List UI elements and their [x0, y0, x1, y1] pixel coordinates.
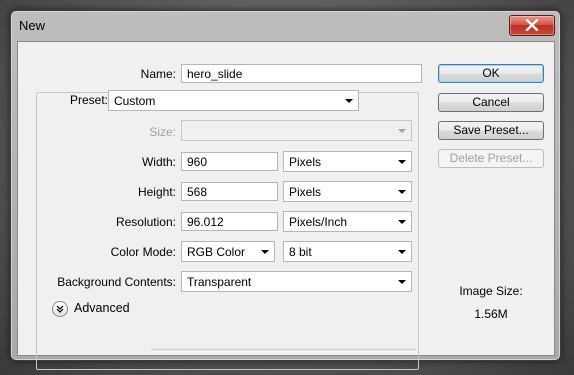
height-unit-select[interactable]: Pixels — [283, 181, 412, 202]
resolution-label: Resolution: — [115, 215, 176, 229]
chevron-down-icon — [261, 250, 269, 254]
name-input[interactable]: hero_slide — [181, 64, 422, 83]
width-input[interactable]: 960 — [181, 152, 278, 171]
close-icon — [525, 19, 539, 31]
background-contents-select[interactable]: Transparent — [181, 271, 412, 292]
chevron-down-icon — [398, 129, 406, 133]
window-title: New — [19, 18, 46, 33]
resolution-unit-value: Pixels/Inch — [289, 215, 348, 229]
bit-depth-value: 8 bit — [289, 245, 312, 259]
advanced-divider — [151, 349, 416, 350]
chevron-down-icon — [398, 250, 406, 254]
background-contents-value: Transparent — [187, 275, 252, 289]
image-size-value: 1.56M — [474, 307, 508, 321]
close-button[interactable] — [509, 15, 555, 36]
preset-select-value: Custom — [114, 94, 156, 108]
delete-preset-button: Delete Preset... — [438, 149, 544, 168]
expand-double-chevron-icon — [56, 305, 64, 313]
bit-depth-select[interactable]: 8 bit — [283, 241, 412, 262]
ok-button[interactable]: OK — [438, 64, 544, 83]
save-preset-button[interactable]: Save Preset... — [438, 121, 544, 140]
height-unit-value: Pixels — [289, 185, 322, 199]
preset-select[interactable]: Custom — [108, 90, 359, 111]
size-select — [181, 120, 412, 141]
color-mode-label: Color Mode: — [110, 245, 176, 259]
color-mode-select[interactable]: RGB Color — [181, 241, 275, 262]
advanced-label: Advanced — [74, 301, 130, 315]
width-unit-value: Pixels — [289, 155, 322, 169]
advanced-toggle-button[interactable] — [52, 301, 68, 317]
resolution-input[interactable]: 96.012 — [181, 212, 278, 231]
name-label: Name: — [140, 67, 176, 81]
width-unit-select[interactable]: Pixels — [283, 151, 412, 172]
size-label: Size: — [149, 125, 176, 139]
height-label: Height: — [137, 185, 176, 199]
preset-label: Preset: — [46, 93, 108, 107]
height-input[interactable]: 568 — [181, 182, 278, 201]
cancel-button[interactable]: Cancel — [438, 93, 544, 112]
chevron-down-icon — [398, 190, 406, 194]
chevron-down-icon — [398, 160, 406, 164]
color-mode-value: RGB Color — [187, 245, 246, 259]
chevron-down-icon — [398, 220, 406, 224]
image-size-label: Image Size: — [459, 284, 523, 298]
chevron-down-icon — [398, 280, 406, 284]
background-contents-label: Background Contents: — [57, 275, 176, 289]
width-label: Width: — [141, 155, 176, 169]
resolution-unit-select[interactable]: Pixels/Inch — [283, 211, 412, 232]
chevron-down-icon — [345, 99, 353, 103]
